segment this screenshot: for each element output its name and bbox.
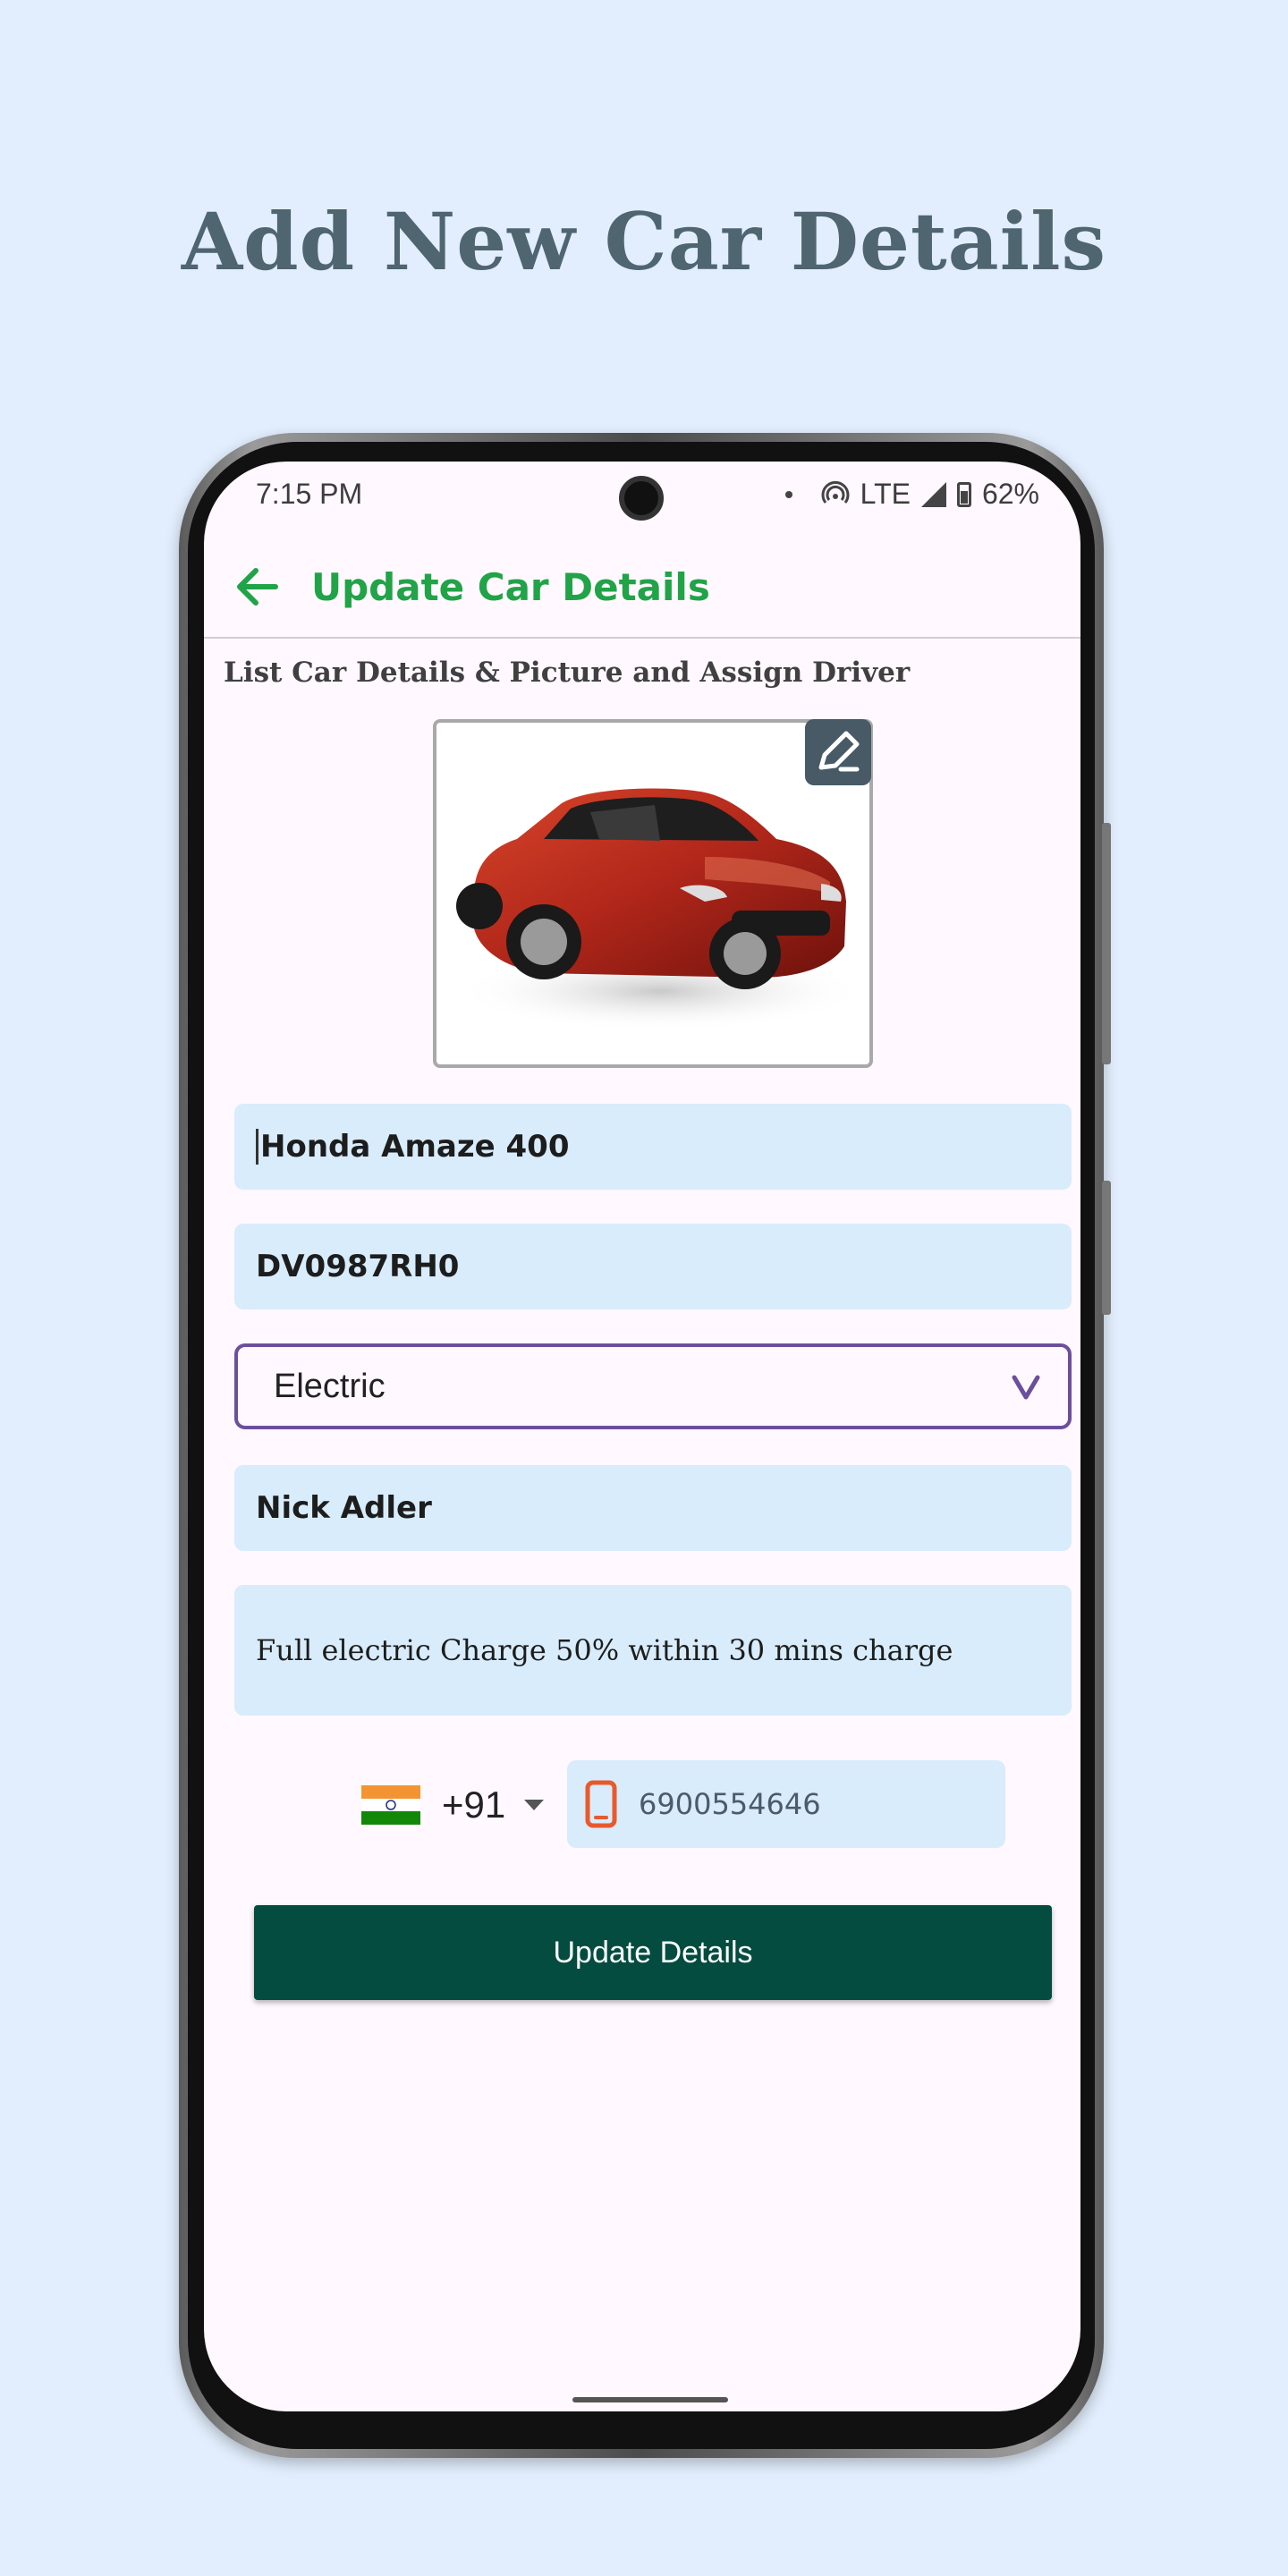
fuel-type-select[interactable]: Electric bbox=[234, 1343, 1072, 1429]
side-button bbox=[1102, 823, 1111, 1064]
camera-cutout bbox=[619, 476, 664, 521]
status-time: 7:15 PM bbox=[256, 478, 363, 510]
section-subtitle: List Car Details & Picture and Assign Dr… bbox=[224, 657, 911, 689]
description-value: Full electric Charge 50% within 30 mins … bbox=[256, 1633, 953, 1667]
home-indicator[interactable] bbox=[572, 2397, 728, 2402]
caret-down-icon[interactable] bbox=[524, 1800, 544, 1810]
status-bar: 7:15 PM LTE 62% bbox=[204, 462, 1080, 526]
app-bar: Update Car Details bbox=[204, 542, 1080, 639]
update-details-button[interactable]: Update Details bbox=[254, 1905, 1052, 2000]
phone-number-field[interactable]: 6900554646 bbox=[567, 1760, 1005, 1848]
description-field[interactable]: Full electric Charge 50% within 30 mins … bbox=[234, 1585, 1072, 1716]
phone-number-row: +91 6900554646 bbox=[361, 1760, 1041, 1850]
notification-dot-icon bbox=[784, 490, 792, 498]
text-cursor bbox=[256, 1129, 258, 1165]
edit-image-button[interactable] bbox=[805, 719, 871, 785]
car-name-value: Honda Amaze 400 bbox=[260, 1129, 570, 1165]
chevron-down-icon bbox=[1012, 1375, 1040, 1400]
driver-name-field[interactable]: Nick Adler bbox=[234, 1465, 1072, 1551]
side-button bbox=[1102, 1181, 1111, 1315]
hotspot-icon bbox=[821, 480, 850, 504]
phone-number-value: 6900554646 bbox=[639, 1787, 821, 1821]
driver-name-value: Nick Adler bbox=[256, 1490, 432, 1526]
car-number-value: DV0987RH0 bbox=[256, 1249, 460, 1284]
signal-icon bbox=[920, 481, 946, 507]
car-name-field[interactable]: Honda Amaze 400 bbox=[234, 1104, 1072, 1190]
app-screen: 7:15 PM LTE 62% Update Car Details List … bbox=[204, 462, 1080, 2411]
car-number-field[interactable]: DV0987RH0 bbox=[234, 1224, 1072, 1309]
page-headline: Add New Car Details bbox=[181, 195, 1107, 288]
fuel-type-value: Electric bbox=[274, 1367, 386, 1405]
back-arrow-icon[interactable] bbox=[231, 560, 284, 614]
country-code[interactable]: +91 bbox=[442, 1784, 505, 1826]
pencil-icon bbox=[818, 731, 860, 772]
battery-label: 62% bbox=[981, 478, 1039, 510]
battery-icon bbox=[956, 481, 971, 507]
india-flag-icon[interactable] bbox=[361, 1785, 420, 1825]
mobile-phone-icon bbox=[585, 1780, 617, 1828]
page-title: Update Car Details bbox=[311, 565, 710, 609]
network-label: LTE bbox=[860, 478, 911, 510]
